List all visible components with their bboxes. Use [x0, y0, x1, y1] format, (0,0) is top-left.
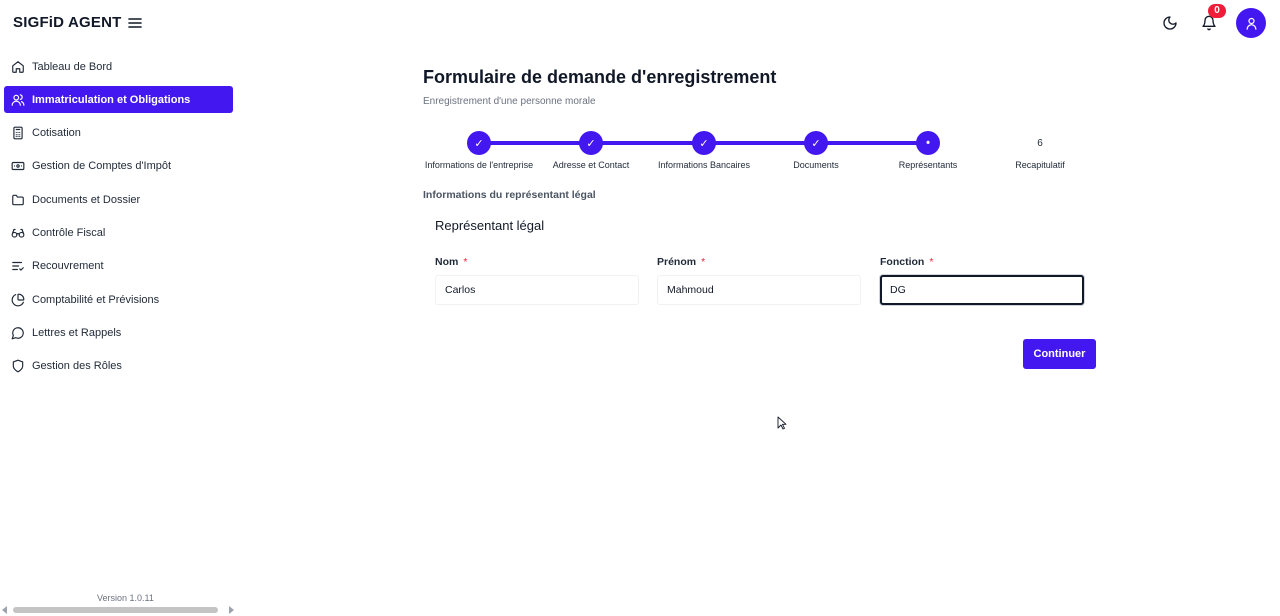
step-label: Informations Bancaires [657, 160, 751, 170]
list-check-icon [12, 262, 24, 271]
sidebar-item-controle-fiscal[interactable]: Contrôle Fiscal [4, 219, 233, 246]
sidebar-nav: Tableau de Bord Immatriculation et Oblig… [4, 53, 233, 386]
scroll-left-arrow-icon[interactable] [2, 606, 7, 614]
sidebar-item-label: Gestion des Rôles [32, 360, 122, 373]
sidebar-item-roles[interactable]: Gestion des Rôles [4, 353, 233, 380]
step-informations-bancaires[interactable]: ✓ Informations Bancaires [644, 130, 764, 170]
sidebar-item-label: Contrôle Fiscal [32, 226, 106, 239]
step-check-icon: ✓ [467, 131, 491, 155]
menu-toggle-icon[interactable] [126, 15, 144, 31]
shield-icon [12, 359, 24, 373]
field-fonction: Fonction * [880, 256, 1086, 305]
scrollbar-thumb[interactable] [13, 607, 218, 613]
scroll-right-arrow-icon[interactable] [229, 606, 234, 614]
step-documents[interactable]: ✓ Documents [756, 130, 876, 170]
required-asterisk: * [701, 256, 706, 268]
step-label: Représentants [898, 160, 958, 170]
step-current-dot-icon: • [916, 131, 940, 155]
sidebar-item-label: Cotisation [32, 127, 81, 140]
step-informations-entreprise[interactable]: ✓ Informations de l'entreprise [419, 130, 539, 170]
step-check-icon: ✓ [804, 131, 828, 155]
sidebar-item-label: Lettres et Rappels [32, 326, 122, 339]
field-label: Fonction * [880, 256, 934, 268]
sidebar-item-label: Gestion de Comptes d'Impôt [32, 160, 172, 173]
page-subtitle: Enregistrement d'une personne morale [423, 96, 596, 107]
sidebar-item-label: Tableau de Bord [32, 60, 113, 73]
dark-mode-toggle-icon[interactable] [1158, 11, 1182, 35]
sidebar-item-lettres[interactable]: Lettres et Rappels [4, 319, 233, 346]
step-recapitulatif[interactable]: 6 Recapitulatif [980, 130, 1100, 171]
card-title: Représentant légal [435, 218, 545, 233]
sidebar-item-label: Recouvrement [32, 260, 104, 273]
step-label: Recapitulatif [1015, 160, 1065, 170]
step-label: Informations de l'entreprise [424, 160, 534, 170]
step-check-icon: ✓ [579, 131, 603, 155]
nom-input[interactable] [435, 275, 639, 305]
calculator-icon [13, 126, 23, 140]
sidebar-item-cotisation[interactable]: Cotisation [4, 120, 233, 147]
user-icon [1246, 17, 1256, 30]
sidebar-item-label: Documents et Dossier [32, 193, 141, 206]
field-label: Nom * [435, 256, 468, 268]
folder-icon [12, 194, 24, 205]
sidebar-horizontal-scrollbar[interactable] [0, 603, 237, 616]
sidebar-item-label: Immatriculation et Obligations [32, 93, 191, 106]
fonction-input[interactable] [880, 275, 1084, 305]
user-avatar[interactable] [1236, 8, 1266, 38]
step-label: Adresse et Contact [552, 160, 630, 170]
users-icon [11, 94, 25, 106]
prenom-input[interactable] [657, 275, 861, 305]
field-nom: Nom * [435, 256, 641, 305]
app-brand: SIGFiD AGENT [13, 14, 122, 31]
sidebar-item-immatriculation[interactable]: Immatriculation et Obligations [4, 86, 233, 114]
step-representants[interactable]: • Représentants [868, 130, 988, 170]
sidebar-item-tableau-de-bord[interactable]: Tableau de Bord [4, 53, 233, 80]
notifications-bell-icon[interactable]: 0 [1197, 4, 1226, 35]
sidebar-item-label: Comptabilité et Prévisions [32, 293, 160, 306]
step-adresse-contact[interactable]: ✓ Adresse et Contact [531, 130, 651, 170]
sidebar-item-comptabilite[interactable]: Comptabilité et Prévisions [4, 286, 233, 313]
sidebar-item-documents[interactable]: Documents et Dossier [4, 186, 233, 213]
notifications-badge: 0 [1208, 4, 1226, 18]
step-check-icon: ✓ [692, 131, 716, 155]
sidebar-item-recouvrement[interactable]: Recouvrement [4, 253, 233, 280]
required-asterisk: * [463, 256, 468, 268]
home-icon [12, 60, 24, 73]
registration-stepper: ✓ Informations de l'entreprise ✓ Adresse… [423, 130, 1103, 175]
field-label: Prénom * [657, 256, 706, 268]
continue-button[interactable]: Continuer [1023, 339, 1096, 369]
page-title: Formulaire de demande d'enregistrement [423, 67, 777, 87]
required-asterisk: * [929, 256, 934, 268]
step-number: 6 [1037, 137, 1043, 149]
banknote-icon [11, 162, 25, 171]
app-version: Version 1.0.11 [97, 593, 154, 603]
message-circle-icon [11, 327, 24, 340]
glasses-icon [11, 228, 25, 238]
field-prenom: Prénom * [657, 256, 863, 305]
sidebar-item-gestion-comptes[interactable]: Gestion de Comptes d'Impôt [4, 153, 233, 180]
mouse-pointer-icon [777, 416, 787, 430]
section-title: Informations du représentant légal [423, 189, 596, 201]
header-actions: 0 [1158, 4, 1266, 39]
step-label: Documents [793, 160, 839, 170]
pie-chart-icon [11, 293, 25, 306]
